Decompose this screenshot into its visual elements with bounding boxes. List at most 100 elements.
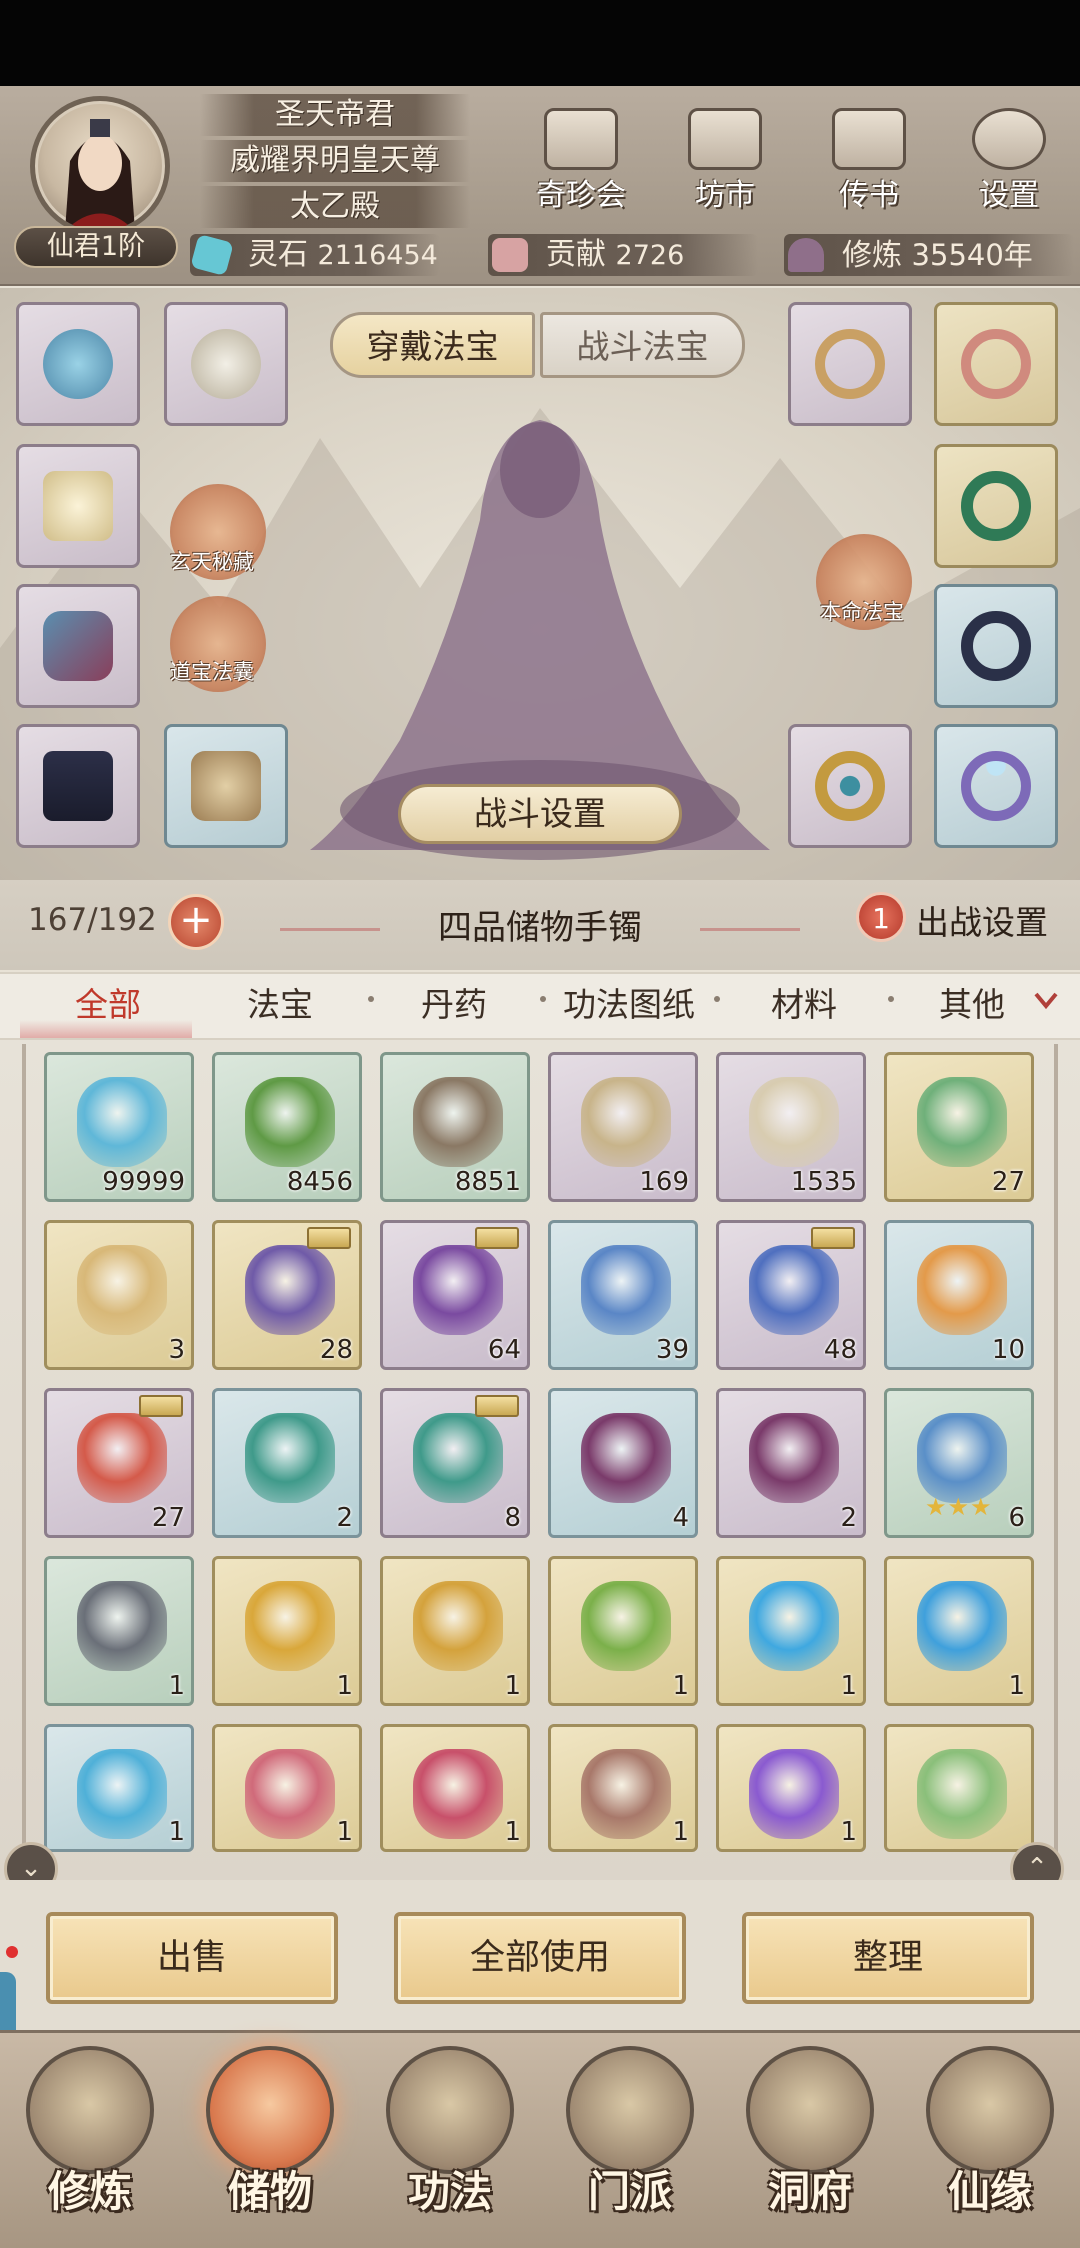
inventory-item[interactable]: 10 [884,1220,1034,1370]
inventory-item[interactable]: ★★★ 6 [884,1388,1034,1538]
sell-button[interactable]: 出售 [46,1912,338,2004]
inventory-item[interactable]: 1 [716,1556,866,1706]
mail-button[interactable]: 传书 [814,108,924,218]
chevron-down-icon[interactable] [1032,986,1060,1014]
item-count: 27 [991,1167,1025,1197]
inventory-item[interactable] [884,1724,1034,1852]
settings-button[interactable]: 设置 [954,108,1064,218]
nav-sect[interactable]: 门派 [545,2046,715,2246]
inventory-item[interactable]: 1 [380,1724,530,1852]
red-flower-hook-icon [413,1749,503,1839]
nav-fate[interactable]: 仙缘 [905,2046,1075,2246]
tab-battle-treasure[interactable]: 战斗法宝 [540,312,745,378]
item-count: 4 [672,1503,689,1533]
item-count: 10 [991,1335,1025,1365]
nav-cave[interactable]: 洞府 [725,2046,895,2246]
inventory-item[interactable]: 1 [716,1724,866,1852]
blue-flower-icon [581,1245,671,1335]
inventory-item[interactable]: 2 [212,1388,362,1538]
inventory-item[interactable]: 1 [380,1556,530,1706]
sort-button[interactable]: 整理 [742,1912,1034,2004]
inventory-item[interactable]: 3 [44,1220,194,1370]
ring-icon [961,329,1031,399]
inventory-item[interactable]: 64 [380,1220,530,1370]
inventory-item[interactable]: 1 [44,1724,194,1852]
item-count: 48 [823,1335,857,1365]
inventory-item[interactable]: 8456 [212,1052,362,1202]
golden-bell-icon [413,1581,503,1671]
equip-slot-ring-1[interactable] [788,302,912,426]
nav-cultivate[interactable]: 修炼 [5,2046,175,2246]
inventory-item[interactable]: 1 [44,1556,194,1706]
inventory-item[interactable]: 28 [212,1220,362,1370]
item-count: 8 [504,1503,521,1533]
equip-slot-ring-4[interactable] [934,584,1058,708]
equip-slot-ring-2[interactable] [934,302,1058,426]
tab-materials[interactable]: 材料 [756,978,852,1026]
contribution-label: 贡献 [546,237,606,272]
boots-icon [191,751,261,821]
tab-wear-treasure[interactable]: 穿戴法宝 [330,312,535,378]
inventory-item[interactable]: 1 [212,1724,362,1852]
inventory-item[interactable]: 1 [548,1556,698,1706]
inventory-item[interactable]: 4 [548,1388,698,1538]
item-count: 1535 [790,1167,857,1197]
inventory-item[interactable]: 8 [380,1388,530,1538]
item-count: 28 [319,1335,353,1365]
equip-slot-pants[interactable] [16,724,140,848]
tab-technique-scrolls[interactable]: 功法图纸 [554,978,704,1026]
inventory-item[interactable]: 1 [548,1724,698,1852]
inventory-item[interactable]: 1 [212,1556,362,1706]
equip-slot-boots[interactable] [164,724,288,848]
tab-pills[interactable]: 丹药 [406,978,502,1026]
sect-icon [566,2046,694,2174]
inventory-item[interactable]: 169 [548,1052,698,1202]
bow-icon [581,1749,671,1839]
nav-label: 修炼 [47,2167,132,2216]
treasure-pavilion-button[interactable]: 奇珍会 [526,108,636,218]
inventory-item[interactable]: 2 [716,1388,866,1538]
bound-tag-icon [139,1395,183,1417]
equip-tab-switch: 穿戴法宝 战斗法宝 [330,312,750,378]
herb-icon [245,1077,335,1167]
market-button[interactable]: 坊市 [670,108,780,218]
equip-slot-gloves[interactable] [16,584,140,708]
expand-bag-button[interactable]: + [168,894,224,950]
inventory-item[interactable]: 8851 [380,1052,530,1202]
equip-slot-necklace[interactable] [16,302,140,426]
tab-other[interactable]: 其他 [924,978,1020,1026]
inventory-item[interactable]: 27 [44,1388,194,1538]
battle-settings-button[interactable]: 战斗设置 [398,784,682,844]
contribution-value: 2726 [615,240,685,271]
equip-slot-armor[interactable] [16,444,140,568]
inventory-item[interactable]: 99999 [44,1052,194,1202]
use-all-button[interactable]: 全部使用 [394,1912,686,2004]
jade-staff-icon [917,1749,1007,1839]
item-count: 8456 [286,1167,353,1197]
crystal-ring-icon [961,751,1031,821]
nav-storage-bag[interactable]: 储物 [185,2046,355,2246]
tab-treasure[interactable]: 法宝 [232,978,328,1026]
tab-all[interactable]: 全部 [60,978,156,1026]
equip-slot-ring-3[interactable] [934,444,1058,568]
item-count: 27 [151,1503,185,1533]
inventory-item[interactable]: 27 [884,1052,1034,1202]
inventory-item[interactable]: 39 [548,1220,698,1370]
gloves-icon [43,611,113,681]
equip-slot-ring-5[interactable] [788,724,912,848]
equip-slot-ring-6[interactable] [934,724,1058,848]
inventory-item[interactable]: 1 [884,1556,1034,1706]
deploy-settings-button[interactable]: 出战设置 [916,896,1048,944]
inventory-item[interactable]: 48 [716,1220,866,1370]
equip-slot-headgear[interactable] [164,302,288,426]
avatar[interactable] [30,96,170,236]
item-count: 1 [504,1817,521,1847]
ring-icon [815,329,885,399]
inventory-item[interactable]: 1535 [716,1052,866,1202]
divider [280,928,380,931]
nav-technique[interactable]: 功法 [365,2046,535,2246]
bound-tag-icon [475,1395,519,1417]
jade-ring-icon [961,471,1031,541]
item-count: 1 [1008,1671,1025,1701]
gold-ring-icon [815,751,885,821]
